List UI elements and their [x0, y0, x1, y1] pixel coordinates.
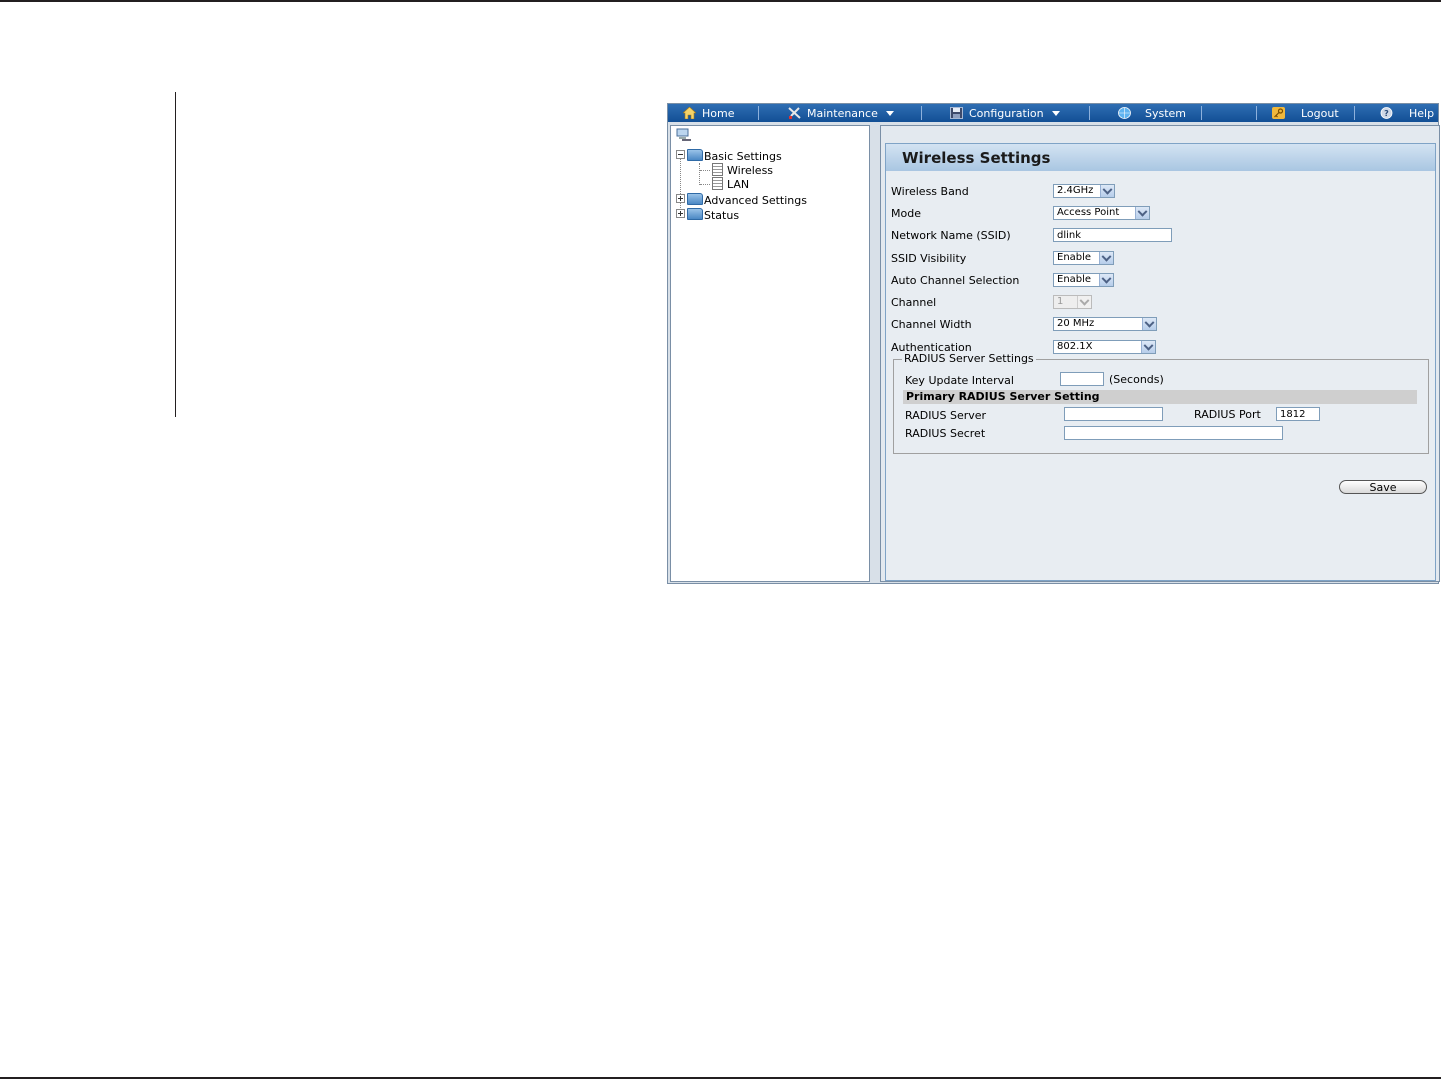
top-rule: [0, 0, 1441, 2]
authentication-select[interactable]: 802.1X: [1053, 340, 1156, 354]
key-update-label: Key Update Interval: [905, 374, 1014, 387]
channel-select: 1: [1053, 295, 1092, 309]
menu-separator: [1256, 106, 1257, 120]
collapse-icon[interactable]: [676, 150, 685, 159]
menu-separator: [1354, 106, 1355, 120]
ssid-label: Network Name (SSID): [891, 229, 1011, 242]
auto-channel-label: Auto Channel Selection: [891, 274, 1020, 287]
primary-radius-heading: Primary RADIUS Server Setting: [903, 390, 1417, 404]
menu-system[interactable]: System: [1118, 104, 1186, 122]
mode-select[interactable]: Access Point: [1053, 206, 1150, 220]
seconds-unit: (Seconds): [1109, 373, 1164, 386]
radius-server-label: RADIUS Server: [905, 409, 987, 422]
settings-panel: Wireless Settings Wireless Band 2.4GHz M…: [880, 125, 1440, 582]
menu-bar: Home Maintenance Configuration System Lo…: [668, 104, 1438, 122]
menu-separator: [921, 106, 922, 120]
tree-root-icon: [676, 128, 692, 142]
chevron-down-icon: [1077, 296, 1091, 308]
tree-item-wireless[interactable]: Wireless: [700, 163, 773, 177]
menu-separator: [1201, 106, 1202, 120]
tree-item-advanced-settings[interactable]: Advanced Settings: [676, 193, 807, 207]
menu-separator: [1089, 106, 1090, 120]
chevron-down-icon[interactable]: [1100, 185, 1114, 197]
menu-home[interactable]: Home: [682, 104, 734, 122]
tree-item-lan[interactable]: LAN: [700, 177, 749, 191]
mode-label: Mode: [891, 207, 921, 220]
wireless-band-label: Wireless Band: [891, 185, 969, 198]
page-icon: [712, 177, 723, 190]
globe-icon: [1118, 106, 1131, 119]
folder-icon: [687, 193, 703, 205]
channel-width-select[interactable]: 20 MHz: [1053, 317, 1157, 331]
menu-separator: [758, 106, 759, 120]
chevron-down-icon[interactable]: [1099, 252, 1113, 264]
floppy-disk-icon: [950, 106, 963, 119]
chevron-down-icon: [1051, 111, 1060, 116]
menu-maintenance[interactable]: Maintenance: [788, 104, 894, 122]
chevron-down-icon[interactable]: [1141, 341, 1155, 353]
folder-icon: [687, 149, 703, 161]
home-icon: [682, 106, 697, 120]
ssid-input[interactable]: [1053, 228, 1172, 242]
expand-icon[interactable]: [676, 209, 685, 218]
navigation-tree: Basic Settings Wireless LAN Advanced Set…: [670, 125, 870, 582]
wireless-band-select[interactable]: 2.4GHz: [1053, 184, 1115, 198]
key-icon: [1272, 106, 1285, 119]
menu-help[interactable]: ? Help: [1380, 104, 1434, 122]
panel-body: Wireless Band 2.4GHz Mode Access Point N…: [885, 171, 1436, 581]
chevron-down-icon[interactable]: [1135, 207, 1149, 219]
computer-network-icon: [676, 128, 691, 141]
auto-channel-select[interactable]: Enable: [1053, 273, 1114, 287]
radius-legend: RADIUS Server Settings: [902, 352, 1036, 365]
tools-icon: [788, 106, 801, 119]
bottom-rule: [0, 1077, 1441, 1079]
page-icon: [712, 163, 723, 176]
ssid-visibility-label: SSID Visibility: [891, 252, 967, 265]
channel-width-label: Channel Width: [891, 318, 972, 331]
chevron-down-icon: [885, 111, 894, 116]
panel-header: Wireless Settings: [885, 143, 1436, 172]
folder-icon: [687, 208, 703, 220]
channel-label: Channel: [891, 296, 937, 309]
menu-logout[interactable]: Logout: [1272, 104, 1339, 122]
save-button[interactable]: Save: [1339, 480, 1427, 494]
web-ui-screenshot: Home Maintenance Configuration System Lo…: [667, 103, 1440, 584]
menu-configuration[interactable]: Configuration: [950, 104, 1060, 122]
margin-rule: [175, 92, 176, 417]
radius-secret-input[interactable]: [1064, 426, 1283, 440]
chevron-down-icon[interactable]: [1099, 274, 1113, 286]
tree-item-basic-settings[interactable]: Basic Settings: [676, 149, 782, 163]
ssid-visibility-select[interactable]: Enable: [1053, 251, 1114, 265]
radius-server-input[interactable]: [1064, 407, 1163, 421]
page-title: Wireless Settings: [902, 149, 1051, 167]
radius-secret-label: RADIUS Secret: [905, 427, 986, 440]
help-icon: ?: [1380, 106, 1393, 119]
key-update-input[interactable]: [1060, 372, 1104, 386]
radius-port-input[interactable]: [1276, 407, 1320, 421]
tree-item-status[interactable]: Status: [676, 208, 739, 222]
radius-port-label: RADIUS Port: [1194, 408, 1261, 421]
expand-icon[interactable]: [676, 194, 685, 203]
radius-server-settings: RADIUS Server Settings Key Update Interv…: [893, 352, 1429, 454]
svg-text:?: ?: [1384, 109, 1389, 118]
chevron-down-icon[interactable]: [1142, 318, 1156, 330]
